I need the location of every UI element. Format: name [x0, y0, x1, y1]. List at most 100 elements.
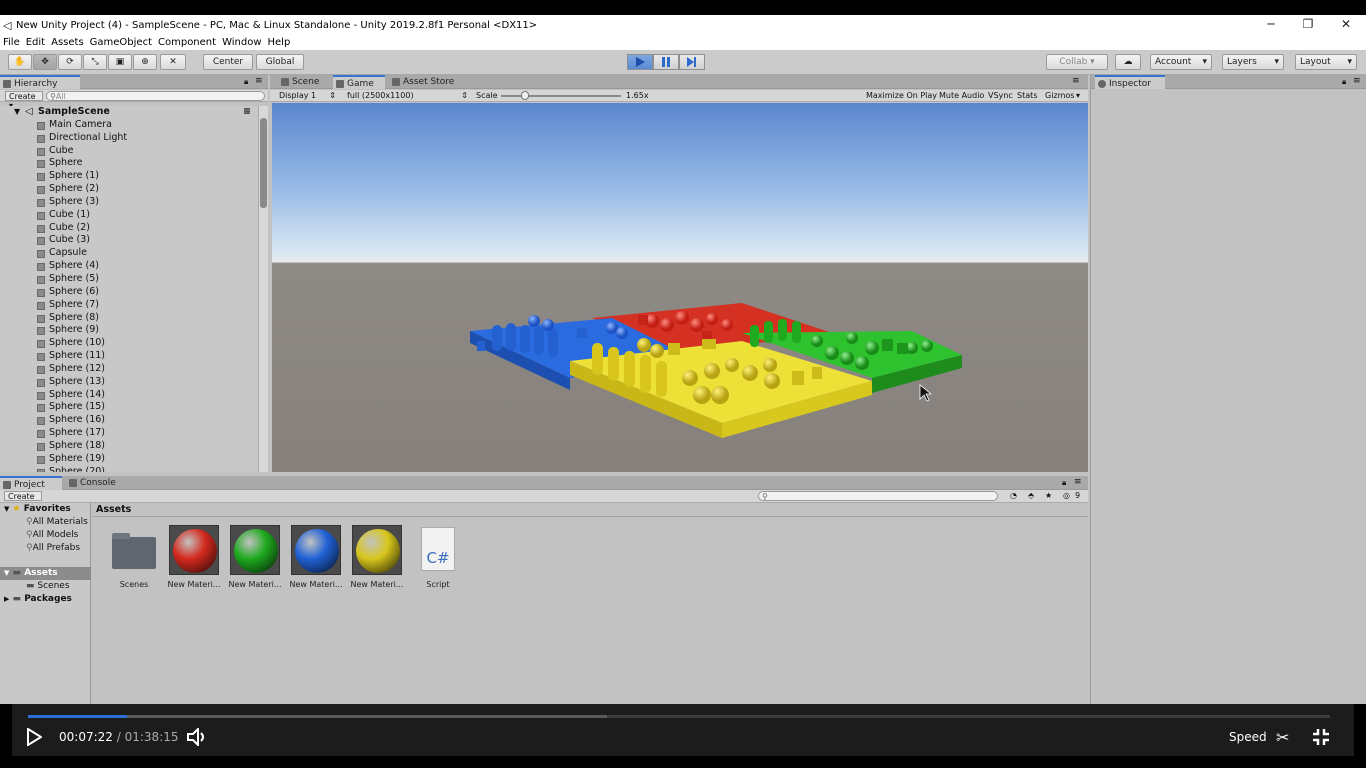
hierarchy-item[interactable]: Sphere (11)	[0, 350, 258, 363]
play-button[interactable]	[627, 54, 653, 70]
tab-game[interactable]: Game	[333, 75, 385, 89]
project-search-input[interactable]: ⚲	[758, 491, 998, 501]
hierarchy-search-input[interactable]: ⚲All	[46, 91, 265, 101]
packages-folder-row[interactable]: ▶ ▬ Packages	[0, 593, 91, 606]
hierarchy-item[interactable]: Sphere	[0, 157, 258, 170]
resolution-dropdown[interactable]: full (2500x1100) ⇕	[344, 91, 470, 101]
asset-item[interactable]: New Materi...	[288, 525, 344, 589]
hierarchy-item[interactable]: Capsule	[0, 247, 258, 260]
restore-button[interactable]: ❐	[1290, 15, 1326, 35]
asset-item[interactable]: New Materi...	[349, 525, 405, 589]
tab-inspector[interactable]: Inspector	[1095, 75, 1165, 89]
favorite-item[interactable]: ⚲All Materials	[0, 516, 91, 529]
collab-button[interactable]: Collab ▾	[1046, 54, 1108, 70]
scene-row[interactable]: ▼ ◁ SampleScene ≡	[0, 106, 258, 119]
mute-audio-toggle[interactable]: Mute Audio	[939, 90, 984, 102]
hierarchy-item[interactable]: Sphere (13)	[0, 376, 258, 389]
asset-item[interactable]: New Materi...	[227, 525, 283, 589]
custom-tool-icon[interactable]: ✕	[160, 54, 186, 70]
hierarchy-item[interactable]: Sphere (16)	[0, 414, 258, 427]
menu-component[interactable]: Component	[155, 37, 219, 48]
pivot-center-button[interactable]: Center	[203, 54, 253, 70]
tab-scene[interactable]: Scene	[278, 75, 333, 89]
scale-slider[interactable]	[501, 91, 621, 100]
rotate-tool-icon[interactable]: ⟳	[58, 54, 82, 70]
hierarchy-item[interactable]: Sphere (5)	[0, 273, 258, 286]
pause-button[interactable]	[653, 54, 679, 70]
hierarchy-item[interactable]: Sphere (14)	[0, 389, 258, 402]
hierarchy-item[interactable]: Sphere (17)	[0, 427, 258, 440]
stats-toggle[interactable]: Stats	[1017, 90, 1037, 102]
hierarchy-item[interactable]: Main Camera	[0, 119, 258, 132]
tab-hierarchy[interactable]: Hierarchy	[0, 75, 80, 89]
hierarchy-create-dropdown[interactable]: Create ▾	[5, 91, 43, 110]
menu-assets[interactable]: Assets	[48, 37, 87, 48]
asset-item[interactable]: New Materi...	[166, 525, 222, 589]
vsync-toggle[interactable]: VSync	[988, 90, 1013, 102]
clip-scissors-icon[interactable]: ✂	[1276, 728, 1289, 747]
maximize-on-play-toggle[interactable]: Maximize On Play	[866, 90, 937, 102]
game-view-viewport[interactable]	[272, 103, 1088, 472]
hierarchy-item[interactable]: Sphere (15)	[0, 401, 258, 414]
lock-icon[interactable]: 🔒︎	[244, 77, 248, 87]
favorite-star-icon[interactable]: ★	[1045, 490, 1052, 502]
cloud-icon[interactable]: ☁	[1115, 54, 1141, 70]
inspector-lock-icon[interactable]: 🔒︎	[1342, 77, 1346, 87]
filter-by-label-icon[interactable]: ⬘	[1028, 490, 1034, 502]
menu-window[interactable]: Window	[219, 37, 264, 48]
hierarchy-item[interactable]: Sphere (4)	[0, 260, 258, 273]
hierarchy-item[interactable]: Sphere (8)	[0, 312, 258, 325]
project-create-dropdown[interactable]: Create ▾	[4, 491, 42, 510]
scene-menu-icon[interactable]: ≡	[243, 106, 251, 119]
asset-item[interactable]: C# Script	[410, 525, 466, 589]
panel-menu-icon[interactable]: ≡	[255, 76, 263, 86]
expand-arrow-icon[interactable]: ▼	[14, 106, 20, 119]
hierarchy-item[interactable]: Sphere (2)	[0, 183, 258, 196]
move-tool-icon[interactable]: ✥	[33, 54, 57, 70]
hierarchy-scrollbar[interactable]	[258, 106, 268, 472]
close-button[interactable]: ✕	[1328, 15, 1364, 35]
tab-project[interactable]: Project	[0, 476, 62, 490]
tab-asset-store[interactable]: Asset Store	[389, 75, 469, 89]
scale-tool-icon[interactable]: ⤡	[83, 54, 107, 70]
menu-gameobject[interactable]: GameObject	[87, 37, 155, 48]
video-play-button[interactable]	[26, 727, 43, 749]
step-button[interactable]	[679, 54, 705, 70]
filter-by-type-icon[interactable]: ◔	[1010, 490, 1017, 502]
hierarchy-scroll-thumb[interactable]	[260, 118, 267, 208]
hierarchy-item[interactable]: Sphere (18)	[0, 440, 258, 453]
hierarchy-item[interactable]: Cube (2)	[0, 222, 258, 235]
rect-tool-icon[interactable]: ▣	[108, 54, 132, 70]
hierarchy-item[interactable]: Sphere (20)	[0, 466, 258, 472]
transform-tool-icon[interactable]: ⊕	[133, 54, 157, 70]
hierarchy-item[interactable]: Sphere (12)	[0, 363, 258, 376]
inspector-menu-icon[interactable]: ≡	[1353, 76, 1361, 86]
hierarchy-item[interactable]: Sphere (1)	[0, 170, 258, 183]
layout-dropdown[interactable]: Layout ▾	[1295, 54, 1357, 70]
hierarchy-item[interactable]: Cube (3)	[0, 234, 258, 247]
layers-dropdown[interactable]: Layers ▾	[1222, 54, 1284, 70]
volume-button[interactable]	[186, 726, 208, 749]
favorites-row[interactable]: ▼ ★ Favorites	[0, 503, 91, 516]
account-dropdown[interactable]: Account ▾	[1150, 54, 1212, 70]
project-panel-menu-icon[interactable]: ≡	[1074, 477, 1082, 487]
hierarchy-item[interactable]: Sphere (6)	[0, 286, 258, 299]
hierarchy-item[interactable]: Sphere (19)	[0, 453, 258, 466]
menu-file[interactable]: File	[0, 37, 23, 48]
asset-item[interactable]: Scenes	[106, 525, 162, 589]
display-dropdown[interactable]: Display 1 ⇕	[276, 91, 338, 101]
hand-tool-icon[interactable]: ✋	[8, 54, 32, 70]
hierarchy-item[interactable]: Directional Light	[0, 132, 258, 145]
hierarchy-item[interactable]: Sphere (3)	[0, 196, 258, 209]
speed-button[interactable]: Speed	[1229, 730, 1267, 744]
minimize-button[interactable]: ─	[1253, 15, 1289, 35]
hierarchy-item[interactable]: Sphere (7)	[0, 299, 258, 312]
space-global-button[interactable]: Global	[256, 54, 304, 70]
project-lock-icon[interactable]: 🔒︎	[1062, 478, 1066, 488]
hierarchy-item[interactable]: Sphere (9)	[0, 324, 258, 337]
hierarchy-item[interactable]: Sphere (10)	[0, 337, 258, 350]
hidden-packages-icon[interactable]: ◎	[1063, 490, 1070, 502]
gizmos-chevron-icon[interactable]: ▾	[1076, 90, 1080, 102]
hierarchy-item[interactable]: Cube	[0, 145, 258, 158]
hierarchy-item[interactable]: Cube (1)	[0, 209, 258, 222]
